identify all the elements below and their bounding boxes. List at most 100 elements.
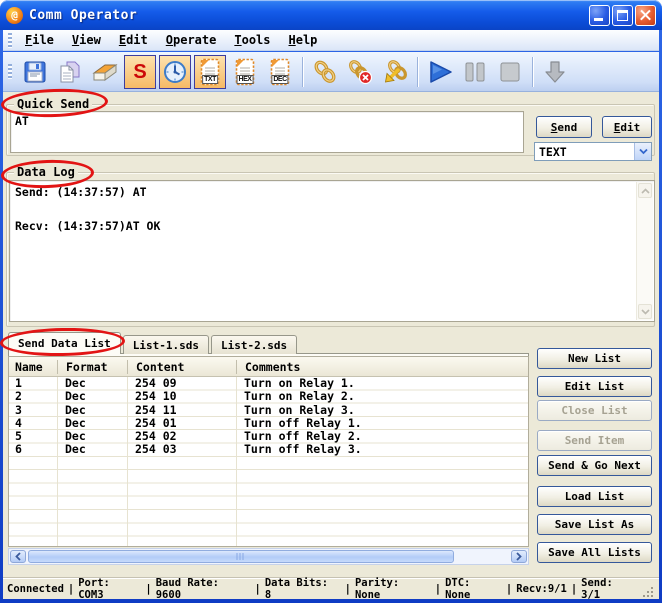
list-tabs: Send Data List List-1.sds List-2.sds: [8, 332, 297, 354]
chevron-down-icon: [639, 148, 648, 155]
scroll-up-button[interactable]: [638, 183, 652, 198]
edit-button[interactable]: Edit: [602, 116, 652, 138]
dropdown-button[interactable]: [634, 143, 651, 160]
toolbar-separator: [417, 57, 418, 87]
column-header-name[interactable]: Name: [9, 360, 57, 374]
table-row[interactable]: 5 Dec 254 02 Turn off Relay 2.: [9, 430, 528, 443]
chevron-up-icon: [641, 188, 650, 194]
client-area: Quick Send AT Send Edit TEXT Data Log Se…: [3, 92, 659, 577]
send-mode-toggle[interactable]: S: [124, 55, 156, 89]
send-item-button: Send Item: [537, 430, 652, 451]
resize-grip[interactable]: [642, 586, 655, 599]
status-separator: |: [68, 583, 74, 595]
cell-format: Dec: [57, 417, 127, 430]
cell-name: 5: [9, 430, 57, 443]
table-row[interactable]: 3 Dec 254 11 Turn on Relay 3.: [9, 404, 528, 417]
scroll-down-button[interactable]: [638, 304, 652, 319]
close-list-button: Close List: [537, 400, 652, 421]
send-button[interactable]: Send: [536, 116, 592, 138]
clear-button[interactable]: [89, 55, 121, 89]
txt-label: TXT: [202, 75, 218, 84]
download-button: [539, 55, 571, 89]
close-button[interactable]: [635, 5, 656, 26]
reconnect-button[interactable]: [379, 55, 411, 89]
tab-send-data-list[interactable]: Send Data List: [8, 332, 121, 354]
status-baud-rate: Baud Rate: 9600: [156, 577, 251, 601]
quick-send-label: Quick Send: [14, 97, 92, 111]
save-list-as-button[interactable]: Save List As: [537, 514, 652, 535]
start-button[interactable]: [424, 55, 456, 89]
title-bar[interactable]: @ Comm Operator: [0, 0, 662, 30]
close-icon: [636, 6, 655, 25]
save-button[interactable]: [19, 55, 51, 89]
table-hscrollbar[interactable]: [8, 548, 529, 565]
menu-file[interactable]: File: [16, 31, 63, 49]
disconnect-button[interactable]: [344, 55, 376, 89]
letter-s-icon: S: [133, 62, 146, 82]
column-header-comments[interactable]: Comments: [236, 360, 528, 374]
table-row[interactable]: 1 Dec 254 09 Turn on Relay 1.: [9, 377, 528, 390]
cell-content: 254 03: [127, 443, 236, 456]
dec-label: DEC: [271, 75, 288, 84]
menu-view[interactable]: View: [63, 31, 110, 49]
menu-edit[interactable]: Edit: [110, 31, 157, 49]
connect-button[interactable]: [309, 55, 341, 89]
send-data-table: Name Format Content Comments 1 Dec 254 0…: [8, 356, 529, 547]
toolbar-separator: [532, 57, 533, 87]
send-go-next-button[interactable]: Send & Go Next: [537, 455, 652, 476]
cell-content: 254 10: [127, 390, 236, 403]
cell-comments: Turn off Relay 1.: [236, 417, 528, 430]
status-port: Port: COM3: [78, 577, 141, 601]
column-header-format[interactable]: Format: [57, 360, 127, 374]
tab-list-2[interactable]: List-2.sds: [211, 335, 297, 354]
tab-list-1[interactable]: List-1.sds: [123, 335, 209, 354]
quick-send-input[interactable]: AT: [10, 111, 524, 153]
cell-name: 6: [9, 443, 57, 456]
data-log-scrollbar[interactable]: [636, 182, 653, 320]
new-list-button[interactable]: New List: [537, 348, 652, 369]
app-logo-icon: @: [6, 7, 23, 24]
window-controls: [589, 5, 656, 26]
status-separator: |: [571, 583, 577, 595]
table-row[interactable]: 2 Dec 254 10 Turn on Relay 2.: [9, 390, 528, 403]
format-dec-button[interactable]: DEC: [264, 55, 296, 89]
cell-format: Dec: [57, 377, 127, 390]
status-data-bits: Data Bits: 8: [265, 577, 341, 601]
minimize-button[interactable]: [589, 5, 610, 26]
format-dropdown[interactable]: TEXT: [534, 142, 652, 161]
menu-help[interactable]: Help: [280, 31, 327, 49]
format-hex-button[interactable]: HEX: [229, 55, 261, 89]
data-log-label: Data Log: [14, 165, 78, 179]
menu-tools[interactable]: Tools: [225, 31, 279, 49]
scrollbar-thumb[interactable]: [28, 550, 454, 563]
save-all-lists-button[interactable]: Save All Lists: [537, 542, 652, 563]
column-header-content[interactable]: Content: [127, 360, 236, 374]
table-row[interactable]: 6 Dec 254 03 Turn off Relay 3.: [9, 443, 528, 456]
edit-list-button[interactable]: Edit List: [537, 376, 652, 397]
table-body: 1 Dec 254 09 Turn on Relay 1. 2 Dec 254 …: [9, 377, 528, 546]
chain-arrow-icon: [382, 59, 408, 85]
scroll-left-button[interactable]: [10, 550, 26, 563]
data-log-output[interactable]: Send: (14:37:57) AT Recv: (14:37:57)AT O…: [9, 180, 655, 322]
toolbar: S TXT HEX DEC: [3, 52, 659, 92]
cell-content: 254 11: [127, 404, 236, 417]
format-txt-toggle[interactable]: TXT: [194, 55, 226, 89]
table-row[interactable]: 4 Dec 254 01 Turn off Relay 1.: [9, 417, 528, 430]
cell-format: Dec: [57, 390, 127, 403]
status-separator: |: [145, 583, 151, 595]
thumb-grip-icon: [237, 553, 246, 560]
minimize-icon: [594, 18, 603, 21]
timer-toggle[interactable]: [159, 55, 191, 89]
cell-format: Dec: [57, 430, 127, 443]
cell-comments: Turn off Relay 3.: [236, 443, 528, 456]
copy-button[interactable]: [54, 55, 86, 89]
status-separator: |: [345, 583, 351, 595]
status-send-count: Send: 3/1: [581, 577, 638, 601]
cell-content: 254 01: [127, 417, 236, 430]
menu-operate[interactable]: Operate: [157, 31, 226, 49]
cell-name: 2: [9, 390, 57, 403]
scroll-right-button[interactable]: [511, 550, 527, 563]
maximize-button[interactable]: [612, 5, 633, 26]
menu-bar: File View Edit Operate Tools Help: [3, 30, 659, 51]
load-list-button[interactable]: Load List: [537, 486, 652, 507]
